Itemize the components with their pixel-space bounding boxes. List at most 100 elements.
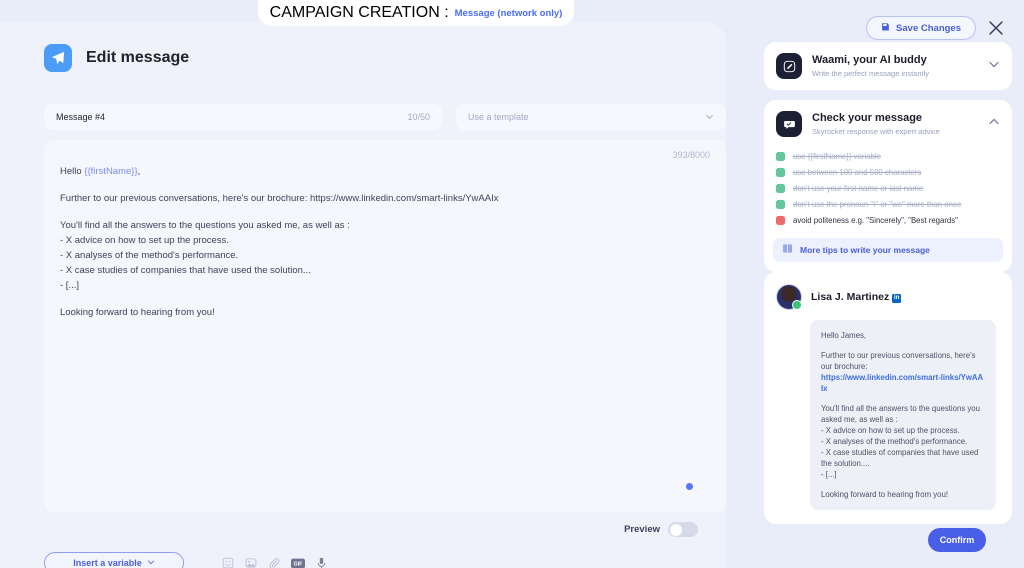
preview-toggle-knob bbox=[669, 523, 682, 536]
preview-bullet: - [...] bbox=[821, 470, 837, 479]
image-icon[interactable] bbox=[245, 557, 257, 568]
linkedin-badge-icon: in bbox=[892, 294, 902, 303]
check-message-title: Check your message bbox=[812, 112, 923, 124]
check-list-item: don't use the pronoun "I" or "we" more t… bbox=[776, 196, 1000, 212]
attachment-paperclip-icon[interactable] bbox=[268, 557, 280, 568]
check-list-item: avoid politeness e.g. "Sincerely", "Best… bbox=[776, 212, 1000, 228]
more-tips-button[interactable]: More tips to write your message bbox=[773, 238, 1003, 262]
editor-greeting-suffix: , bbox=[137, 166, 141, 177]
preview-paragraph-3-intro: You'll find all the answers to the quest… bbox=[821, 404, 980, 424]
check-list: use {{firstName}} variable use between 1… bbox=[764, 148, 1012, 232]
preview-label: Preview bbox=[624, 524, 660, 535]
editor-greeting-prefix: Hello bbox=[60, 166, 85, 177]
check-item-label: don't use your first name or last name bbox=[793, 183, 924, 193]
preview-contact-name-text: Lisa J. Martinez bbox=[811, 291, 890, 303]
check-status-ok-icon bbox=[776, 183, 785, 193]
preview-paragraph-2: Further to our previous conversations, h… bbox=[821, 350, 985, 394]
message-name-counter: 10/50 bbox=[407, 112, 430, 122]
microphone-icon[interactable] bbox=[316, 557, 327, 568]
edit-message-header: Edit message bbox=[44, 44, 189, 72]
editor-closing: Looking forward to hearing from you! bbox=[60, 307, 215, 318]
campaign-banner-label: CAMPAIGN CREATION : bbox=[269, 4, 449, 21]
check-item-label: don't use the pronoun "I" or "we" more t… bbox=[793, 199, 962, 209]
edit-message-panel: Edit message Message #4 10/50 Use a temp… bbox=[0, 22, 726, 568]
check-message-text: Check your message Skyrocket response wi… bbox=[812, 112, 978, 136]
editor-greeting-variable: {{firstName}} bbox=[84, 166, 138, 177]
send-paper-plane-icon bbox=[44, 44, 72, 72]
save-changes-button[interactable]: Save Changes bbox=[866, 16, 976, 40]
check-list-item: don't use your first name or last name bbox=[776, 180, 1000, 196]
campaign-banner-value: Message (network only) bbox=[454, 7, 563, 19]
avatar bbox=[776, 284, 802, 310]
preview-bullet: - X advice on how to set up the process. bbox=[821, 426, 960, 435]
editor-paragraph-3-intro: You'll find all the answers to the quest… bbox=[60, 220, 350, 231]
check-status-ok-icon bbox=[776, 151, 785, 161]
chevron-down-icon bbox=[147, 558, 155, 568]
template-placeholder: Use a template bbox=[468, 112, 529, 122]
chat-bubble-check-icon bbox=[776, 111, 802, 137]
preview-link[interactable]: https://www.linkedin.com/smart-links/YwA… bbox=[821, 373, 983, 393]
check-item-label: use {{firstName}} variable bbox=[793, 151, 881, 161]
check-list-item: use {{firstName}} variable bbox=[776, 148, 1000, 164]
message-preview-card: Lisa J. Martinez in Hello James, Further … bbox=[764, 272, 1012, 524]
ai-assistant-header: Waami, your AI buddy Write the perfect m… bbox=[764, 42, 1012, 90]
app-root: CAMPAIGN CREATION : Message (network onl… bbox=[0, 0, 1024, 568]
character-counter: 393/8000 bbox=[672, 150, 710, 160]
editor-indicator-dot bbox=[686, 483, 693, 490]
template-select[interactable]: Use a template bbox=[456, 104, 726, 130]
chevron-up-icon[interactable] bbox=[988, 115, 1000, 133]
preview-bullet: - X analyses of the method's performance… bbox=[821, 437, 968, 446]
editor-bullet: - X analyses of the method's performance… bbox=[60, 250, 239, 261]
confirm-button[interactable]: Confirm bbox=[928, 528, 986, 552]
ai-assistant-text: Waami, your AI buddy Write the perfect m… bbox=[812, 54, 978, 78]
check-item-label: avoid politeness e.g. "Sincerely", "Best… bbox=[793, 215, 958, 225]
preview-greeting: Hello James, bbox=[821, 331, 867, 340]
message-name-value: Message #4 bbox=[56, 112, 106, 122]
right-sidebar: Waami, your AI buddy Write the perfect m… bbox=[726, 0, 1024, 568]
check-message-card: Check your message Skyrocket response wi… bbox=[764, 100, 1012, 272]
message-name-input[interactable]: Message #4 10/50 bbox=[44, 104, 442, 130]
chevron-down-icon[interactable] bbox=[988, 57, 1000, 75]
insert-variable-label: Insert a variable bbox=[73, 558, 142, 568]
ai-assistant-title: Waami, your AI buddy bbox=[812, 54, 927, 66]
editor-greeting: Hello {{firstName}}, bbox=[60, 164, 696, 179]
insert-variable-button[interactable]: Insert a variable bbox=[44, 552, 184, 568]
check-status-ok-icon bbox=[776, 167, 785, 177]
more-tips-label: More tips to write your message bbox=[800, 245, 930, 255]
emoji-icon[interactable] bbox=[222, 557, 234, 568]
campaign-banner: CAMPAIGN CREATION : Message (network onl… bbox=[258, 0, 574, 26]
editor-toolbar: Insert a variable GIF bbox=[44, 552, 327, 568]
save-disk-icon bbox=[881, 22, 890, 34]
check-list-item: use between 100 and 500 characters bbox=[776, 164, 1000, 180]
chevron-down-icon bbox=[705, 108, 714, 126]
preview-toggle[interactable] bbox=[668, 522, 698, 537]
preview-paragraph-2-text: Further to our previous conversations, h… bbox=[821, 351, 976, 371]
check-message-header[interactable]: Check your message Skyrocket response wi… bbox=[764, 100, 1012, 148]
preview-message-bubble: Hello James, Further to our previous con… bbox=[810, 320, 996, 510]
preview-toggle-row: Preview bbox=[624, 522, 698, 537]
close-icon[interactable] bbox=[986, 18, 1006, 38]
check-status-error-icon bbox=[776, 215, 785, 225]
editor-bullet: - X case studies of companies that have … bbox=[60, 265, 311, 276]
pencil-square-icon bbox=[776, 53, 802, 79]
svg-text:GIF: GIF bbox=[294, 561, 304, 567]
editor-bullet: - [...] bbox=[60, 280, 79, 291]
check-status-ok-icon bbox=[776, 199, 785, 209]
preview-bullet: - X case studies of companies that have … bbox=[821, 448, 979, 468]
ai-assistant-subtitle: Write the perfect message instantly bbox=[812, 69, 929, 78]
ai-assistant-card[interactable]: Waami, your AI buddy Write the perfect m… bbox=[764, 42, 1012, 90]
editor-bullet: - X advice on how to set up the process. bbox=[60, 235, 229, 246]
page-title: Edit message bbox=[86, 49, 190, 66]
check-item-label: use between 100 and 500 characters bbox=[793, 167, 922, 177]
book-icon bbox=[782, 241, 793, 259]
message-editor[interactable]: 393/8000 Hello {{firstName}}, Further to… bbox=[44, 140, 726, 512]
save-changes-label: Save Changes bbox=[896, 22, 961, 34]
attachment-tool-icons: GIF bbox=[222, 557, 327, 568]
preview-profile: Lisa J. Martinez in bbox=[776, 284, 1000, 310]
message-editor-content[interactable]: Hello {{firstName}}, Further to our prev… bbox=[60, 164, 696, 332]
check-message-subtitle: Skyrocket response with expert advice bbox=[812, 127, 940, 136]
gif-icon[interactable]: GIF bbox=[291, 558, 305, 568]
preview-closing: Looking forward to hearing from you! bbox=[821, 490, 948, 499]
message-meta-row: Message #4 10/50 Use a template bbox=[44, 104, 726, 130]
editor-paragraph-2: Further to our previous conversations, h… bbox=[60, 193, 499, 204]
